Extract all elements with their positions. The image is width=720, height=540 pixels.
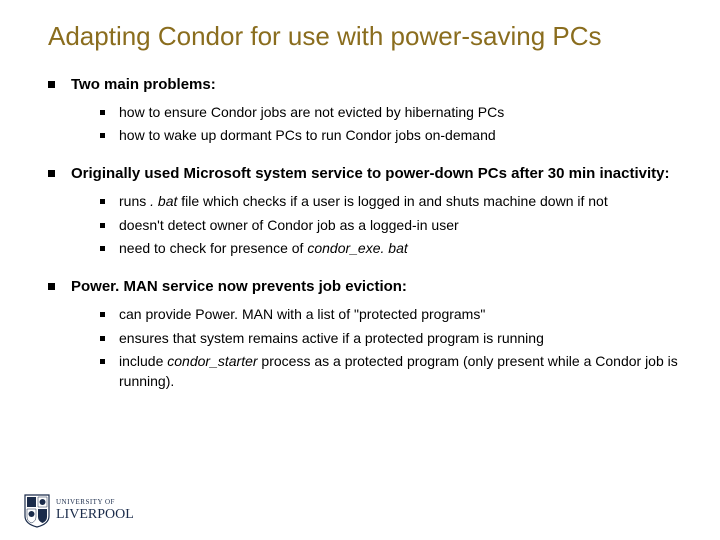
list-item-text: can provide Power. MAN with a list of "p… xyxy=(119,305,485,325)
list-item-text: ensures that system remains active if a … xyxy=(119,329,544,349)
bullet-icon xyxy=(100,336,105,341)
shield-icon xyxy=(24,494,50,528)
bullet-icon xyxy=(48,283,55,290)
bullet-icon xyxy=(48,81,55,88)
list-item-text: runs . bat file which checks if a user i… xyxy=(119,192,608,212)
list-item: ensures that system remains active if a … xyxy=(100,329,680,349)
bullet-icon xyxy=(100,133,105,138)
list-item: how to wake up dormant PCs to run Condor… xyxy=(100,126,680,146)
bullet-icon xyxy=(100,312,105,317)
logo-text: UNIVERSITY OF LIVERPOOL xyxy=(56,499,134,522)
list-item-text: how to ensure Condor jobs are not evicte… xyxy=(119,103,504,123)
list-item-text: how to wake up dormant PCs to run Condor… xyxy=(119,126,496,146)
list-item: doesn't detect owner of Condor job as a … xyxy=(100,216,680,236)
bullet-icon xyxy=(100,199,105,204)
section-heading: Originally used Microsoft system service… xyxy=(71,164,670,184)
list-item-text: include condor_starter process as a prot… xyxy=(119,352,680,391)
section-heading: Two main problems: xyxy=(71,75,216,95)
bullet-icon xyxy=(100,110,105,115)
section-3: Power. MAN service now prevents job evic… xyxy=(48,277,680,392)
list-item: how to ensure Condor jobs are not evicte… xyxy=(100,103,680,123)
list-item-text: doesn't detect owner of Condor job as a … xyxy=(119,216,459,236)
section-heading: Power. MAN service now prevents job evic… xyxy=(71,277,407,297)
slide-title: Adapting Condor for use with power-savin… xyxy=(48,20,680,53)
list-item-text: need to check for presence of condor_exe… xyxy=(119,239,408,259)
section-2: Originally used Microsoft system service… xyxy=(48,164,680,259)
list-item: include condor_starter process as a prot… xyxy=(100,352,680,391)
section-1: Two main problems: how to ensure Condor … xyxy=(48,75,680,146)
university-logo: UNIVERSITY OF LIVERPOOL xyxy=(24,494,134,528)
bullet-icon xyxy=(100,223,105,228)
bullet-icon xyxy=(100,246,105,251)
list-item: runs . bat file which checks if a user i… xyxy=(100,192,680,212)
list-item: need to check for presence of condor_exe… xyxy=(100,239,680,259)
list-item: can provide Power. MAN with a list of "p… xyxy=(100,305,680,325)
bullet-icon xyxy=(48,170,55,177)
bullet-icon xyxy=(100,359,105,364)
